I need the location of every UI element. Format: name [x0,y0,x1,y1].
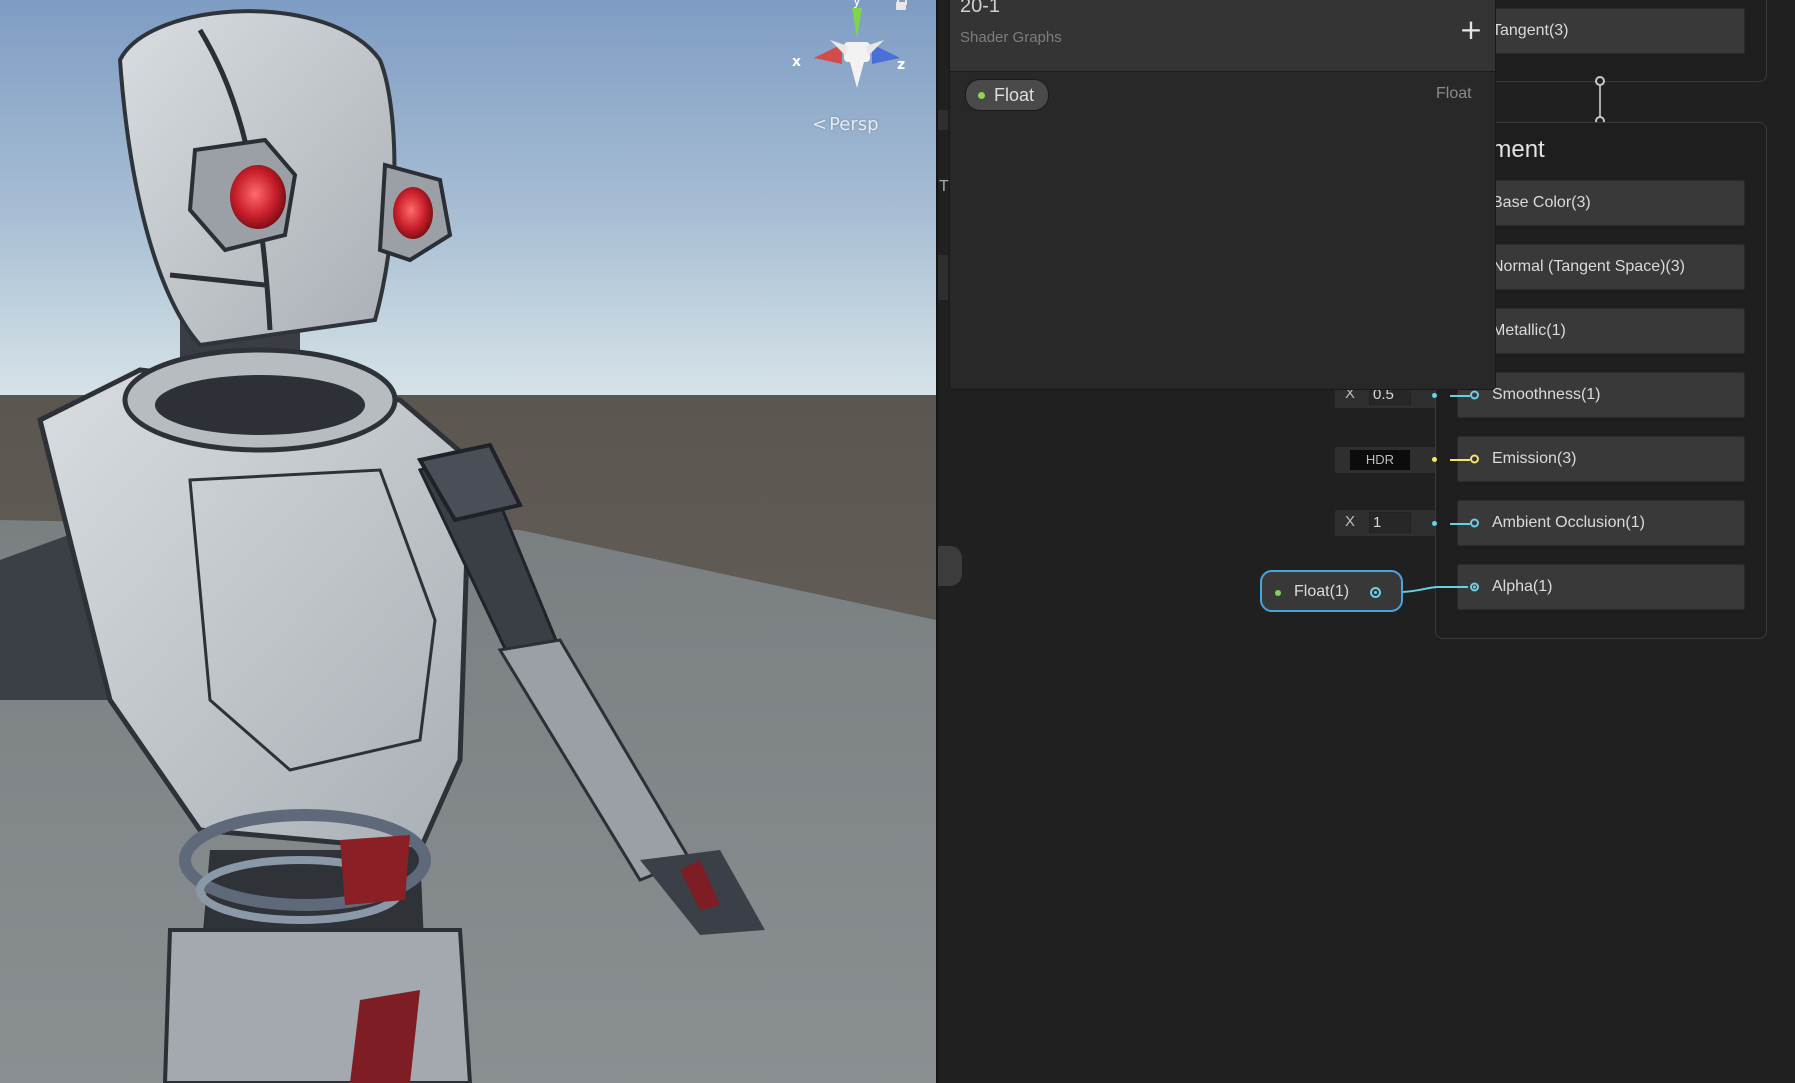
block-label: Metallic(1) [1492,322,1566,339]
block-label: Tangent(3) [1492,22,1569,39]
input-port[interactable] [1470,454,1479,464]
wire [1450,523,1470,525]
input-port[interactable] [1470,518,1479,528]
edge-fragment [938,255,948,300]
block-ambient-occlusion[interactable]: Ambient Occlusion(1) [1457,500,1745,546]
blackboard-subtitle: Shader Graphs [960,29,1062,46]
ao-value-field[interactable]: 1 [1369,512,1411,533]
block-label: Base Color(3) [1492,194,1591,211]
shader-graph-canvas[interactable]: T Tangent(3) gment Base Color(3) Normal … [938,0,1795,1083]
projection-toggle[interactable]: < Persp [812,114,879,135]
gizmo-z-label: z [897,57,906,73]
float-output-port[interactable] [1370,587,1381,598]
block-metallic[interactable]: Metallic(1) [1457,308,1745,354]
side-panel-handle[interactable] [938,546,962,586]
float-property-node[interactable]: Float(1) [1260,570,1403,612]
link-knob-top [1595,76,1605,86]
persp-chevron-icon: < [812,114,828,135]
block-label: Ambient Occlusion(1) [1492,514,1645,531]
input-port[interactable] [1470,390,1479,400]
edge-fragment [938,110,948,130]
property-name: Float [994,85,1035,105]
property-dot-icon [1275,590,1281,596]
hdr-color-field[interactable]: HDR [1350,450,1410,470]
block-label: Emission(3) [1492,450,1577,467]
inline-ao-input[interactable]: X 1 [1335,510,1435,536]
blackboard-panel[interactable]: 20-1 Shader Graphs + Float Float [949,0,1496,390]
block-smoothness[interactable]: Smoothness(1) [1457,372,1745,418]
float-node-label: Float(1) [1294,583,1350,600]
block-label: Alpha(1) [1492,578,1553,595]
scene-view[interactable]: y x z < Persp [0,0,936,1083]
block-tangent[interactable]: Tangent(3) [1457,8,1745,54]
block-normal[interactable]: Normal (Tangent Space)(3) [1457,244,1745,290]
property-pill-float[interactable]: Float [965,79,1050,111]
block-alpha[interactable]: Alpha(1) [1457,564,1745,610]
output-dot [1432,521,1437,526]
gizmo-y-label: y [853,0,861,9]
block-label: Smoothness(1) [1492,386,1601,403]
block-emission[interactable]: Emission(3) [1457,436,1745,482]
output-dot [1432,393,1437,398]
add-property-button[interactable]: + [1458,16,1484,44]
scene-render [0,0,936,1083]
blackboard-header: 20-1 Shader Graphs + [950,0,1495,72]
lock-icon[interactable] [896,0,907,10]
wire [1450,395,1470,397]
guide-line [1435,380,1436,520]
gizmo-x-label: x [792,54,802,70]
persp-label: Persp [829,114,879,135]
axis-gizmo-icon[interactable] [790,0,910,100]
wire [1450,459,1470,461]
output-dot [1432,457,1437,462]
axis-label: X [1345,513,1356,530]
edge-letter: T [939,178,949,195]
property-type: Float [1436,85,1472,102]
block-label: Normal (Tangent Space)(3) [1492,258,1685,275]
block-base-color[interactable]: Base Color(3) [1457,180,1745,226]
inline-emission-input[interactable]: HDR [1335,447,1435,473]
blackboard-title: 20-1 [960,0,1001,17]
float-alpha-wire [1399,586,1468,593]
